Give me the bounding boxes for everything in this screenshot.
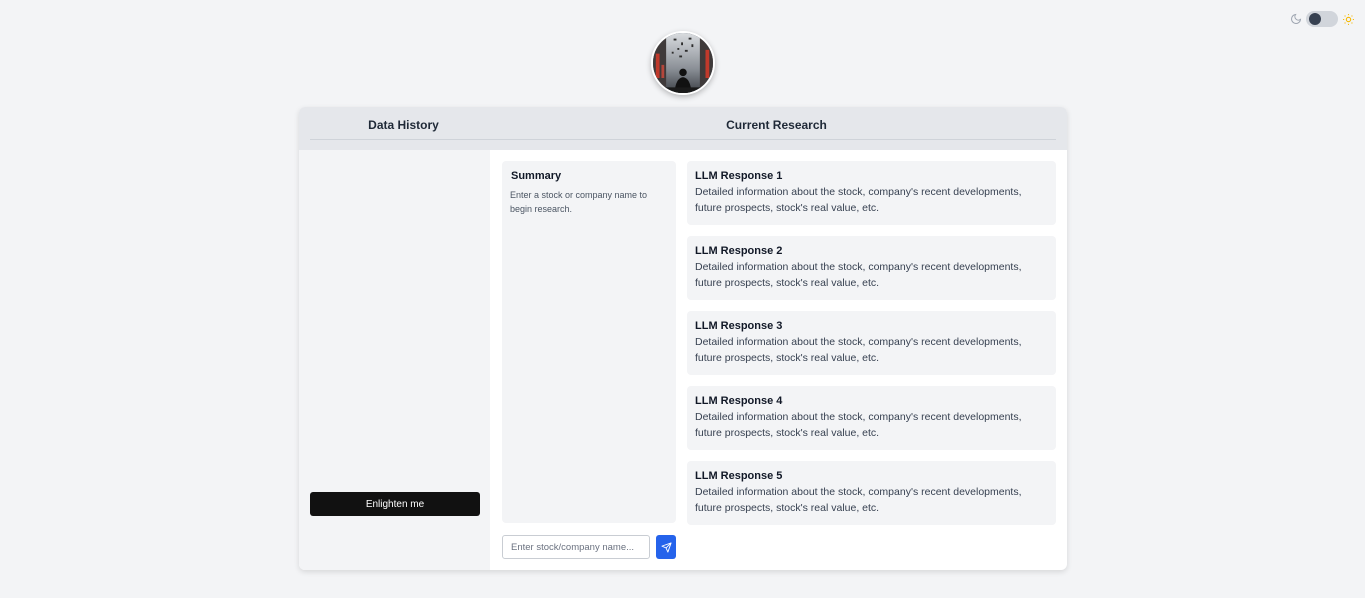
- theme-toggle[interactable]: [1290, 10, 1355, 28]
- summary-text: Enter a stock or company name to begin r…: [510, 190, 648, 214]
- avatar: [651, 31, 715, 95]
- avatar-image: [653, 33, 713, 93]
- theme-switch-knob: [1309, 13, 1321, 25]
- card-header: Data History Current Research: [299, 107, 1067, 150]
- response-title: LLM Response 1: [695, 170, 783, 182]
- summary-title: Summary: [511, 170, 562, 182]
- response-card: LLM Response 2 Detailed information abou…: [687, 236, 1056, 300]
- research-card: Data History Current Research Enlighten …: [299, 107, 1067, 570]
- response-card: LLM Response 3 Detailed information abou…: [687, 311, 1056, 375]
- response-text: Detailed information about the stock, co…: [695, 411, 1022, 439]
- stock-search-input[interactable]: [502, 535, 650, 559]
- response-title: LLM Response 5: [695, 470, 783, 482]
- response-text: Detailed information about the stock, co…: [695, 186, 1022, 214]
- header-divider: [310, 139, 1056, 140]
- response-list: LLM Response 1 Detailed information abou…: [687, 161, 1056, 536]
- response-text: Detailed information about the stock, co…: [695, 336, 1022, 364]
- response-card: LLM Response 4 Detailed information abou…: [687, 386, 1056, 450]
- response-title: LLM Response 3: [695, 320, 783, 332]
- theme-switch[interactable]: [1306, 11, 1338, 27]
- send-icon: [660, 541, 672, 553]
- summary-panel: Summary Enter a stock or company name to…: [502, 161, 676, 523]
- response-card: LLM Response 5 Detailed information abou…: [687, 461, 1056, 525]
- response-title: LLM Response 4: [695, 395, 783, 407]
- response-text: Detailed information about the stock, co…: [695, 261, 1022, 289]
- send-button[interactable]: [656, 535, 676, 559]
- response-title: LLM Response 2: [695, 245, 783, 257]
- response-text: Detailed information about the stock, co…: [695, 486, 1022, 514]
- sun-icon: [1343, 13, 1354, 25]
- current-research-title: Current Research: [726, 118, 827, 132]
- data-history-title: Data History: [368, 118, 439, 132]
- response-card: LLM Response 1 Detailed information abou…: [687, 161, 1056, 225]
- moon-icon: [1291, 13, 1302, 24]
- enlighten-button[interactable]: Enlighten me: [310, 492, 480, 516]
